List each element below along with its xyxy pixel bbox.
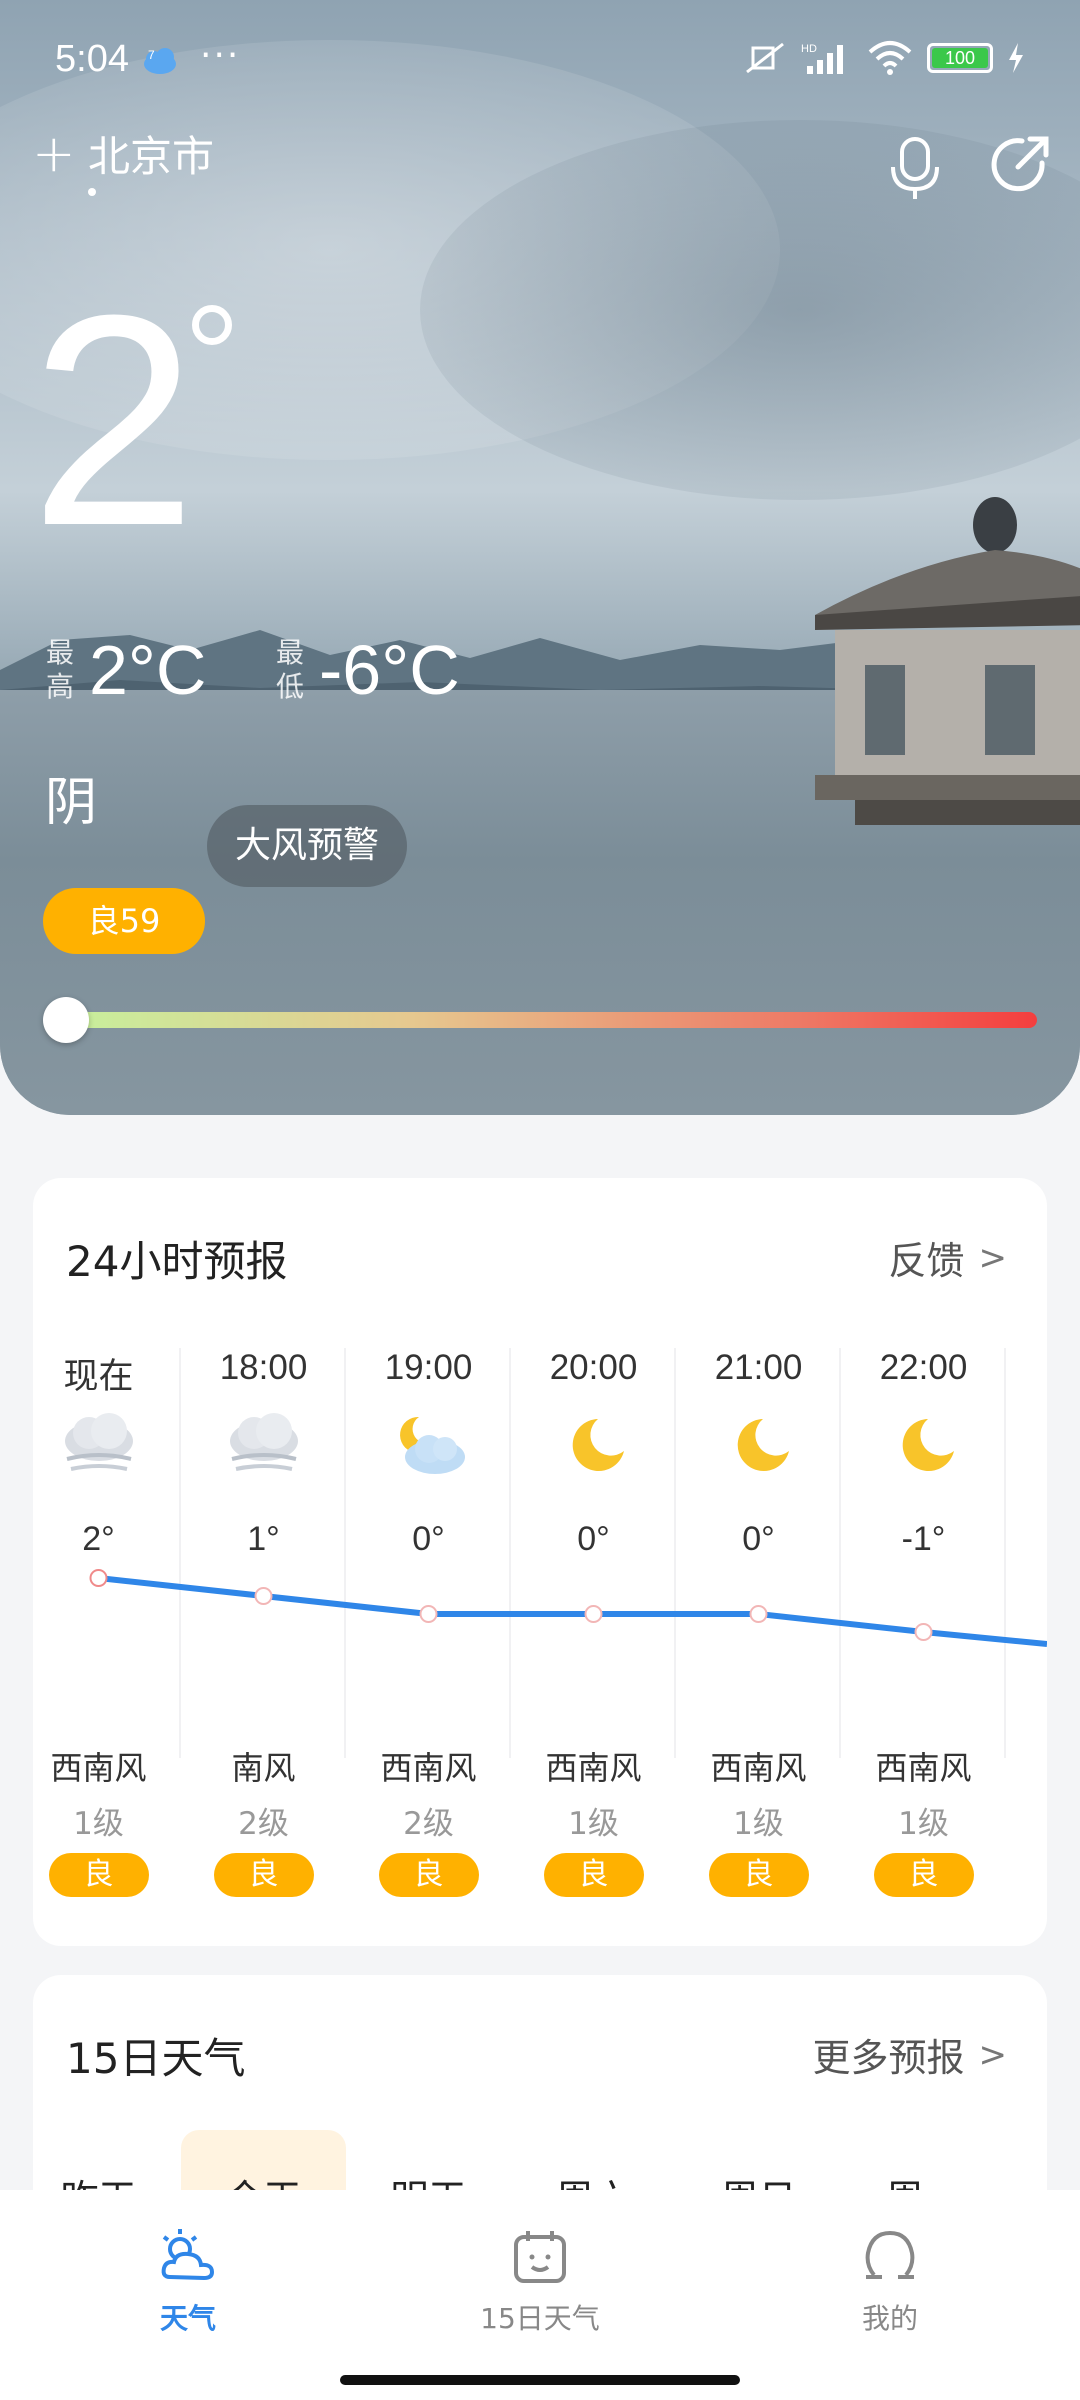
pavilion-image (815, 497, 1080, 825)
nav-label-weather: 天气 (159, 2302, 216, 2335)
page-indicator (88, 188, 96, 196)
hour-temperature: 2° (82, 1520, 115, 1558)
aqi-indicator (43, 997, 89, 1043)
status-time: 5:04 (55, 38, 129, 80)
hour-column[interactable]: 20:00 0° 西南风 1级良 (511, 1348, 676, 1908)
bottom-navigation: 天气 15日天气 我的 (0, 2190, 1080, 2400)
hour-column[interactable]: 22:00 -1° 西南风 1级良 (841, 1348, 1006, 1908)
wind-direction: 西南风 (50, 1749, 147, 1787)
profile-icon (865, 2230, 915, 2279)
more-notifications-icon: ··· (200, 35, 241, 76)
cloudy-fog-icon (229, 1413, 298, 1471)
wind-level: 2级 (403, 1806, 454, 1842)
calendar-icon (514, 2231, 566, 2283)
city-name[interactable]: 北京市 (88, 123, 214, 184)
battery-icon: 100 (927, 43, 993, 73)
hour-time: 22:00 (879, 1348, 968, 1387)
current-temperature: 2 (30, 252, 197, 588)
wind-level: 1级 (568, 1806, 619, 1842)
aqi-badge[interactable]: 良59 (43, 888, 205, 954)
high-temp-group: 最高 2°C (43, 630, 207, 710)
hourly-forecast-card: 24小时预报 反馈 > 现在 2° 西南风 1级良 18:00 1° 南风 2级良 19:00 0… (33, 1178, 1047, 1946)
nav-label-profile: 我的 (861, 2302, 918, 2335)
chevron-right-icon: > (978, 2034, 1008, 2075)
weather-notification-icon: 7 (144, 48, 176, 74)
hour-temperature: 0° (412, 1520, 445, 1558)
hour-temperature: 0° (742, 1520, 775, 1558)
nav-tab-profile[interactable]: 我的 (780, 2225, 1000, 2345)
hour-temperature: 1° (247, 1520, 280, 1558)
wind-direction: 西南风 (875, 1749, 972, 1787)
cloudy-fog-icon (64, 1413, 133, 1471)
hour-column[interactable]: 21:00 0° 西南风 1级良 (676, 1348, 841, 1908)
wind-level: 2级 (238, 1806, 289, 1842)
share-icon[interactable] (990, 133, 1052, 195)
svg-text:HD: HD (801, 43, 817, 55)
nav-tab-15day[interactable]: 15日天气 (430, 2225, 650, 2345)
wind-direction: 西南风 (380, 1749, 477, 1787)
home-indicator[interactable] (340, 2375, 740, 2385)
status-bar: 5:04 7 ··· HD 100 (0, 0, 1080, 120)
air-quality-badge: 良 (213, 1853, 314, 1897)
wifi-icon (868, 41, 912, 75)
wind-direction: 西南风 (545, 1749, 642, 1787)
weather-icon (161, 2229, 215, 2281)
weather-alert-button[interactable]: 大风预警 (207, 805, 408, 887)
partly-cloudy-night-icon (399, 1416, 465, 1474)
hourly-list[interactable]: 现在 2° 西南风 1级良 18:00 1° 南风 2级良 19:00 0° 西南风 2级良 20:00… (33, 1178, 1047, 1946)
daily-forecast-title: 15日天气 (66, 2034, 246, 2083)
wind-direction: 南风 (231, 1749, 296, 1787)
high-label: 最高 (45, 636, 74, 703)
top-bar: + 北京市 (0, 118, 1080, 208)
hour-column[interactable]: 19:00 0° 西南风 2级良 (346, 1348, 511, 1908)
hour-temperature: 0° (577, 1520, 610, 1558)
low-temp-group: 最低 -6°C (273, 630, 460, 710)
hour-time: 18:00 (219, 1348, 308, 1387)
aqi-scale-bar (75, 1012, 1037, 1028)
charging-icon (1009, 43, 1023, 73)
more-forecast-link[interactable]: 更多预报 > (812, 2027, 1007, 2082)
mute-vibrate-icon (746, 42, 784, 74)
battery-level: 100 (932, 48, 988, 68)
hour-time: 20:00 (549, 1348, 638, 1387)
degree-symbol (192, 305, 232, 345)
hour-time: 19:00 (384, 1348, 473, 1387)
hour-column[interactable]: 现在 2° 西南风 1级良 (16, 1348, 181, 1908)
hour-column[interactable]: 18:00 1° 南风 2级良 (181, 1348, 346, 1908)
svg-text:7: 7 (148, 48, 155, 62)
moon-icon (737, 1419, 789, 1471)
air-quality-badge: 良 (48, 1853, 149, 1897)
moon-icon (902, 1419, 954, 1471)
air-quality-badge: 良 (543, 1853, 644, 1897)
high-temperature: 2°C (89, 631, 207, 709)
more-forecast-label: 更多预报 (812, 2036, 965, 2080)
air-quality-badge: 良 (873, 1853, 974, 1897)
hour-time: 21:00 (714, 1348, 803, 1387)
add-city-button[interactable]: + (32, 128, 76, 180)
hour-time: 现在 (63, 1357, 134, 1396)
status-icons: HD 100 (743, 40, 1025, 76)
hour-temperature: -1° (901, 1520, 946, 1558)
air-quality-badge: 良 (378, 1853, 479, 1897)
air-quality-badge: 良 (708, 1853, 809, 1897)
wind-level: 1级 (898, 1806, 949, 1842)
moon-icon (572, 1419, 624, 1471)
nav-tab-weather[interactable]: 天气 (78, 2225, 298, 2345)
weather-condition: 阴 (45, 773, 98, 833)
microphone-icon[interactable] (885, 133, 945, 203)
wind-level: 1级 (73, 1806, 124, 1842)
signal-icon: HD (801, 43, 843, 74)
nav-label-15day: 15日天气 (480, 2302, 600, 2335)
wind-level: 1级 (733, 1806, 784, 1842)
low-temperature: -6°C (319, 631, 460, 709)
low-label: 最低 (275, 636, 304, 703)
wind-direction: 西南风 (710, 1749, 807, 1787)
